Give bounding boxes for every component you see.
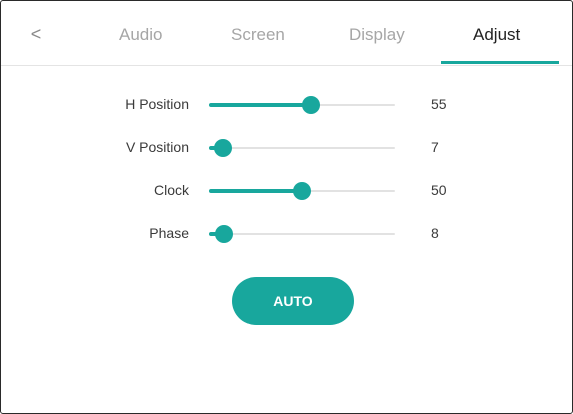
slider-row-phase: Phase 8 — [1, 219, 572, 249]
phase-value: 8 — [431, 225, 439, 241]
tab-screen[interactable]: Screen — [231, 25, 285, 45]
clock-value: 50 — [431, 182, 447, 198]
h-position-slider-fill — [209, 103, 311, 107]
settings-panel: < Audio Screen Display Adjust H Position… — [0, 0, 573, 414]
v-position-label: V Position — [125, 139, 189, 155]
h-position-slider-thumb[interactable] — [302, 96, 320, 114]
h-position-value: 55 — [431, 96, 447, 112]
tab-bar: < Audio Screen Display Adjust — [1, 1, 572, 66]
back-button[interactable]: < — [25, 23, 47, 45]
slider-row-v-position: V Position 7 — [1, 133, 572, 163]
active-tab-indicator — [441, 61, 559, 64]
clock-label: Clock — [153, 182, 189, 198]
phase-slider[interactable] — [209, 225, 395, 243]
phase-label: Phase — [149, 225, 189, 241]
v-position-slider[interactable] — [209, 139, 395, 157]
tab-audio[interactable]: Audio — [119, 25, 162, 45]
clock-slider-fill — [209, 189, 302, 193]
clock-slider-thumb[interactable] — [293, 182, 311, 200]
phase-slider-thumb[interactable] — [215, 225, 233, 243]
v-position-slider-thumb[interactable] — [214, 139, 232, 157]
tab-display[interactable]: Display — [349, 25, 405, 45]
auto-button[interactable]: AUTO — [232, 277, 354, 325]
h-position-label: H Position — [125, 96, 189, 112]
chevron-left-icon: < — [30, 24, 42, 44]
h-position-slider[interactable] — [209, 96, 395, 114]
slider-row-h-position: H Position 55 — [1, 90, 572, 120]
slider-row-clock: Clock 50 — [1, 176, 572, 206]
tab-adjust[interactable]: Adjust — [473, 25, 520, 45]
clock-slider[interactable] — [209, 182, 395, 200]
v-position-value: 7 — [431, 139, 439, 155]
